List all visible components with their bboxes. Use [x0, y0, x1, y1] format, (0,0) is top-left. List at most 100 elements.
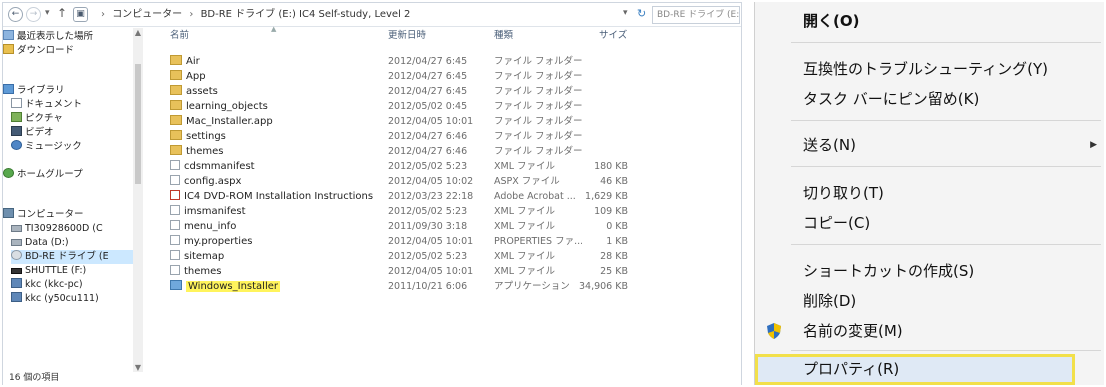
menu-item-open[interactable]: 開く(O) — [755, 6, 1105, 36]
file-row-windows-installer[interactable]: Windows_Installer 2011/10/21 6:06 アプリケーション… — [164, 279, 730, 294]
nav-item-documents[interactable]: ドキュメント — [11, 98, 141, 112]
forward-button[interactable]: → — [26, 7, 41, 22]
file-icon — [170, 220, 180, 230]
file-row[interactable]: settings 2012/04/27 6:46 ファイル フォルダー — [164, 129, 730, 144]
nav-item-recent-places[interactable]: 最近表示した場所 — [3, 30, 133, 44]
shield-icon — [767, 323, 781, 339]
nav-item-pictures[interactable]: ピクチャ — [11, 112, 141, 126]
up-arrow-icon[interactable]: ↑ — [57, 6, 67, 20]
folder-icon — [170, 55, 182, 65]
file-row[interactable]: learning_objects 2012/05/02 0:45 ファイル フォルダ… — [164, 99, 730, 114]
file-row[interactable]: App 2012/04/27 6:45 ファイル フォルダー — [164, 69, 730, 84]
disc-drive-icon — [11, 250, 22, 260]
file-row[interactable]: config.aspx 2012/04/05 10:02 ASPX ファイル 46 K… — [164, 174, 730, 189]
file-icon — [170, 235, 180, 245]
file-row[interactable]: cdsmmanifest 2012/05/02 5:23 XML ファイル 180 K… — [164, 159, 730, 174]
folder-icon — [170, 145, 182, 155]
file-icon — [170, 175, 180, 185]
address-path[interactable]: › コンピューター › BD-RE ドライブ (E:) IC4 Self-stu… — [99, 7, 623, 23]
folder-icon — [170, 85, 182, 95]
file-row[interactable]: Mac_Installer.app 2012/04/05 10:01 ファイル フォ… — [164, 114, 730, 129]
drive-icon — [11, 225, 22, 232]
menu-item-create-shortcut[interactable]: ショートカットの作成(S) — [755, 256, 1105, 286]
menu-item-label: 名前の変更(M) — [803, 322, 903, 340]
menu-separator — [791, 244, 1101, 245]
pdf-icon — [170, 190, 180, 200]
nav-item-network-y50[interactable]: kkc (y50cu111) — [11, 292, 141, 306]
path-segment-folder[interactable]: BD-RE ドライブ (E:) IC4 Self-study, Level 2 — [201, 9, 411, 20]
recent-places-icon — [3, 30, 14, 40]
music-icon — [11, 140, 22, 150]
path-segment-computer[interactable]: コンピューター — [112, 9, 182, 20]
nav-item-computer[interactable]: コンピューター — [3, 208, 133, 222]
computer-path-icon: ▣ — [73, 7, 88, 22]
nav-item-music[interactable]: ミュージック — [11, 140, 141, 154]
drive-icon — [11, 239, 22, 246]
file-explorer-window: ← → ▾ ↑ ▣ › コンピューター › BD-RE ドライブ (E:) IC… — [2, 2, 742, 385]
scroll-up-icon[interactable]: ▲ — [133, 28, 143, 37]
menu-item-copy[interactable]: コピー(C) — [755, 208, 1105, 238]
downloads-icon — [3, 44, 14, 54]
address-bar: ← → ▾ ↑ ▣ › コンピューター › BD-RE ドライブ (E:) IC… — [3, 3, 741, 27]
column-header-name[interactable]: 名前 — [170, 28, 189, 44]
nav-item-homegroup[interactable]: ホームグループ — [3, 168, 133, 182]
status-bar: 16 個の項目 — [3, 372, 741, 385]
file-icon — [170, 160, 180, 170]
context-menu: 開く(O) 互換性のトラブルシューティング(Y) タスク バーにピン留め(K) … — [754, 2, 1104, 385]
computer-icon — [3, 208, 14, 218]
sort-indicator-icon: ▲ — [271, 25, 277, 33]
menu-item-pin-taskbar[interactable]: タスク バーにピン留め(K) — [755, 84, 1105, 114]
file-row[interactable]: imsmanifest 2012/05/02 5:23 XML ファイル 109 KB — [164, 204, 730, 219]
menu-item-send-to[interactable]: 送る(N) ▶ — [755, 130, 1105, 160]
documents-icon — [11, 98, 22, 108]
file-row[interactable]: Air 2012/04/27 6:45 ファイル フォルダー — [164, 54, 730, 69]
nav-item-network-kkc-pc[interactable]: kkc (kkc-pc) — [11, 278, 141, 292]
path-chevron-icon[interactable]: › — [101, 9, 105, 20]
scroll-thumb[interactable] — [135, 64, 141, 184]
nav-scrollbar[interactable]: ▲ ▼ — [133, 28, 143, 372]
application-icon — [170, 280, 182, 290]
menu-item-compat-troubleshoot[interactable]: 互換性のトラブルシューティング(Y) — [755, 54, 1105, 84]
file-row[interactable]: sitemap 2012/05/02 5:23 XML ファイル 28 KB — [164, 249, 730, 264]
file-row[interactable]: IC4 DVD-ROM Installation Instructions 201… — [164, 189, 730, 204]
folder-icon — [170, 70, 182, 80]
file-icon — [170, 205, 180, 215]
search-input[interactable]: BD-RE ドライブ (E:... — [652, 6, 740, 24]
file-row[interactable]: my.properties 2012/04/05 10:01 PROPERTIES … — [164, 234, 730, 249]
column-header-type[interactable]: 種類 — [494, 28, 513, 44]
nav-item-drive-f[interactable]: SHUTTLE (F:) — [11, 264, 141, 278]
address-dropdown-icon[interactable]: ▾ — [623, 8, 628, 18]
folder-icon — [170, 115, 182, 125]
path-chevron-icon[interactable]: › — [189, 9, 193, 20]
scroll-down-icon[interactable]: ▼ — [133, 363, 143, 372]
nav-item-downloads[interactable]: ダウンロード — [3, 44, 133, 58]
menu-item-delete[interactable]: 削除(D) — [755, 286, 1105, 316]
library-icon — [3, 84, 14, 94]
file-row[interactable]: themes 2012/04/27 6:46 ファイル フォルダー — [164, 144, 730, 159]
menu-separator — [791, 166, 1101, 167]
file-icon — [170, 250, 180, 260]
file-row[interactable]: assets 2012/04/27 6:45 ファイル フォルダー — [164, 84, 730, 99]
file-row[interactable]: menu_info 2011/09/30 3:18 XML ファイル 0 KB — [164, 219, 730, 234]
nav-item-drive-e[interactable]: BD-RE ドライブ (E — [11, 250, 133, 264]
nav-item-drive-d[interactable]: Data (D:) — [11, 236, 141, 250]
menu-separator — [791, 350, 1101, 351]
menu-item-rename[interactable]: 名前の変更(M) — [755, 316, 1105, 346]
pictures-icon — [11, 112, 22, 122]
network-icon — [11, 292, 22, 302]
folder-icon — [170, 100, 182, 110]
recent-locations-icon[interactable]: ▾ — [45, 8, 50, 18]
back-button[interactable]: ← — [8, 7, 23, 22]
file-row[interactable]: themes 2012/04/05 10:01 XML ファイル 25 KB — [164, 264, 730, 279]
videos-icon — [11, 126, 22, 136]
usb-drive-icon — [11, 268, 22, 274]
menu-item-label: 送る(N) — [803, 136, 856, 154]
menu-item-cut[interactable]: 切り取り(T) — [755, 178, 1105, 208]
refresh-icon[interactable]: ↻ — [637, 7, 646, 20]
column-header-date[interactable]: 更新日時 — [388, 28, 426, 44]
menu-item-properties[interactable]: プロパティ(R) — [755, 354, 1075, 385]
nav-item-libraries[interactable]: ライブラリ — [3, 84, 133, 98]
column-header-size[interactable]: サイズ — [599, 28, 627, 44]
nav-item-videos[interactable]: ビデオ — [11, 126, 141, 140]
nav-item-drive-c[interactable]: TI30928600D (C — [11, 222, 141, 236]
